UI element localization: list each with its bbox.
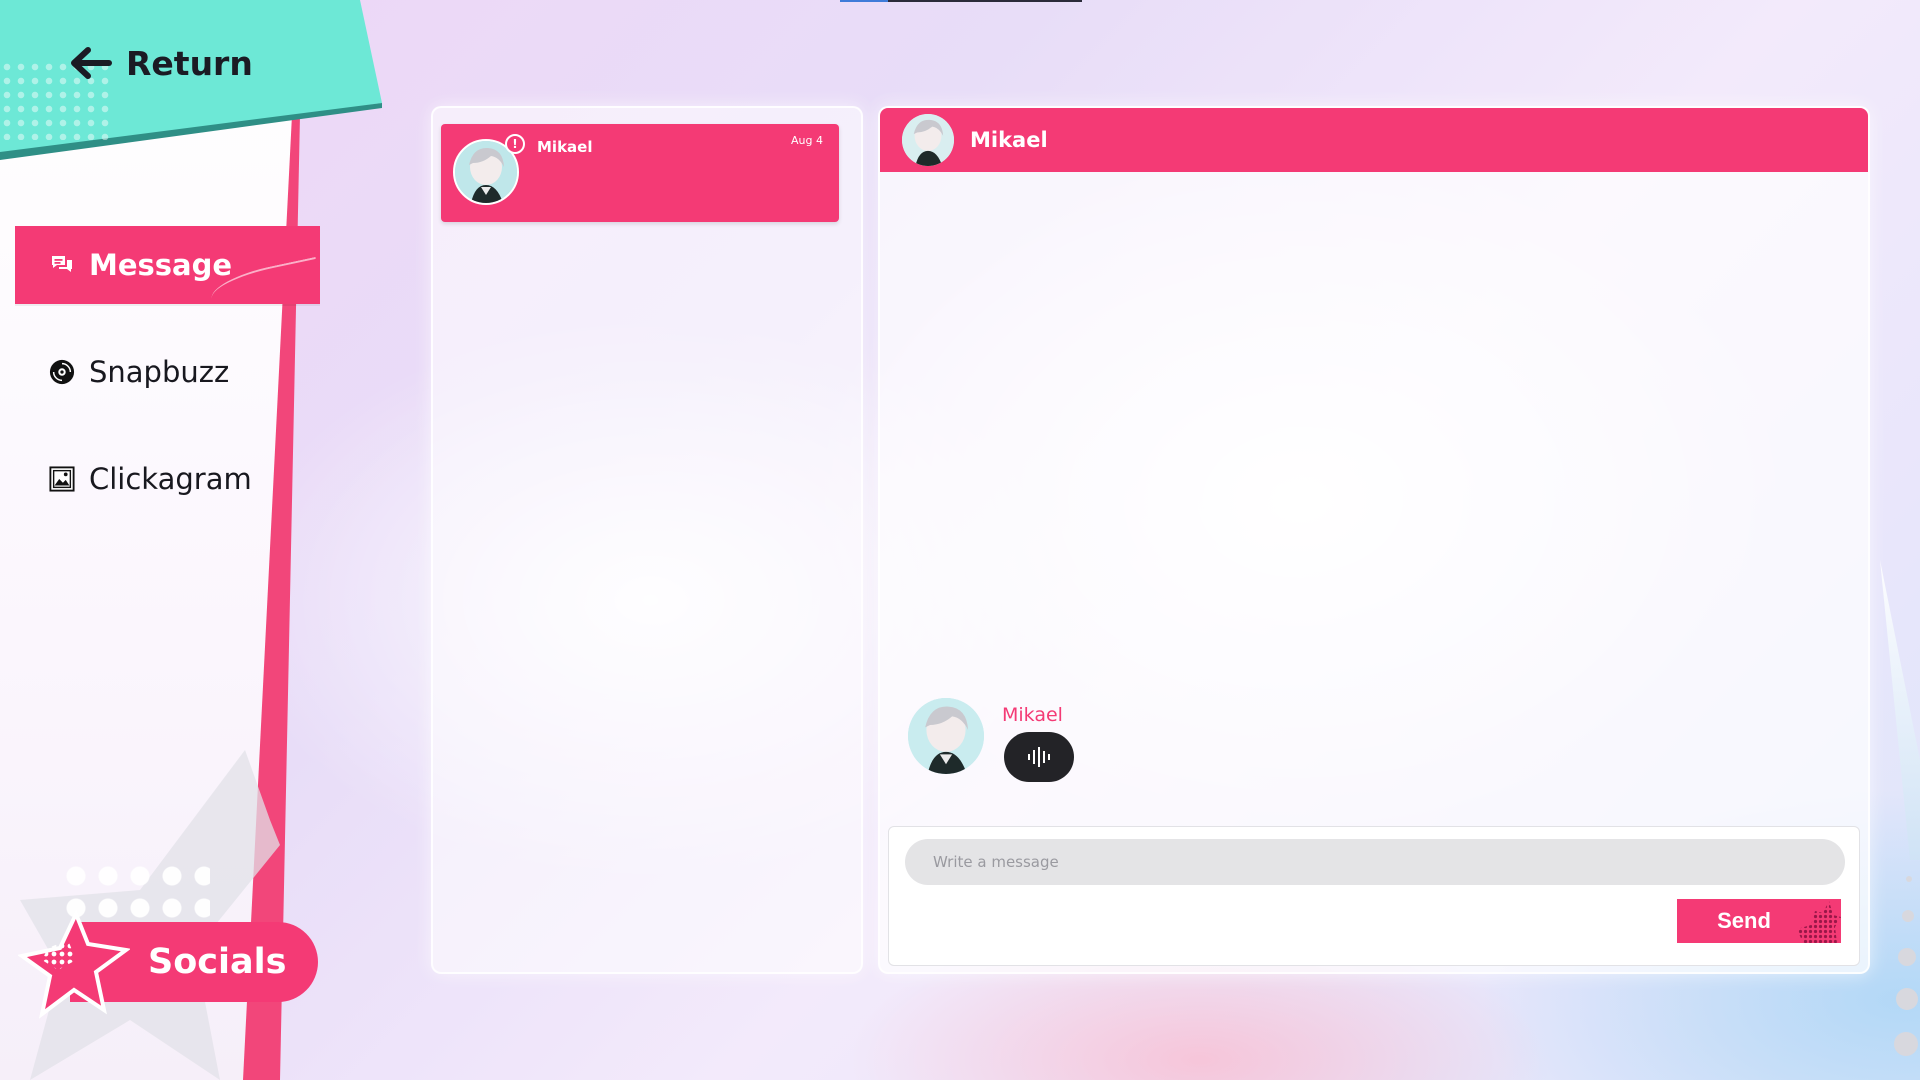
avatar (902, 114, 954, 166)
send-label: Send (1717, 908, 1771, 933)
chat-panel: Mikael Mikael Send (878, 106, 1870, 974)
compose-area: Send (888, 826, 1860, 966)
unread-badge: ! (505, 134, 525, 154)
star-icon (1797, 901, 1841, 943)
voice-message[interactable] (1004, 732, 1074, 782)
contact-item[interactable]: ! Mikael Aug 4 (441, 124, 839, 222)
contacts-panel: ! Mikael Aug 4 (431, 106, 863, 974)
waveform-icon (1028, 747, 1050, 767)
nav-item-snapbuzz[interactable]: Snapbuzz (15, 333, 320, 411)
chat-header: Mikael (880, 108, 1868, 172)
nav-label-clickagram: Clickagram (89, 462, 252, 496)
decorative-dots (1880, 860, 1920, 1080)
disc-icon (49, 359, 75, 385)
decorative-shape (1880, 560, 1920, 860)
image-icon (49, 466, 75, 492)
return-label: Return (126, 43, 253, 83)
contact-name: Mikael (537, 138, 593, 156)
avatar (908, 698, 984, 774)
arrow-left-icon (71, 47, 112, 79)
message-input[interactable] (905, 839, 1845, 885)
nav-label-snapbuzz: Snapbuzz (89, 355, 230, 389)
send-button[interactable]: Send (1677, 899, 1841, 943)
nav-label-message: Message (89, 248, 233, 282)
message-sender: Mikael (1002, 704, 1063, 726)
nav-item-clickagram[interactable]: Clickagram (15, 440, 320, 518)
socials-label: Socials (148, 942, 287, 982)
chat-header-name: Mikael (970, 128, 1048, 152)
nav-item-message[interactable]: Message (15, 226, 320, 304)
top-indicator-line (840, 0, 1082, 2)
star-icon (18, 910, 130, 1019)
contact-date: Aug 4 (791, 134, 823, 147)
message-icon (49, 252, 75, 278)
return-button[interactable]: Return (70, 40, 253, 86)
